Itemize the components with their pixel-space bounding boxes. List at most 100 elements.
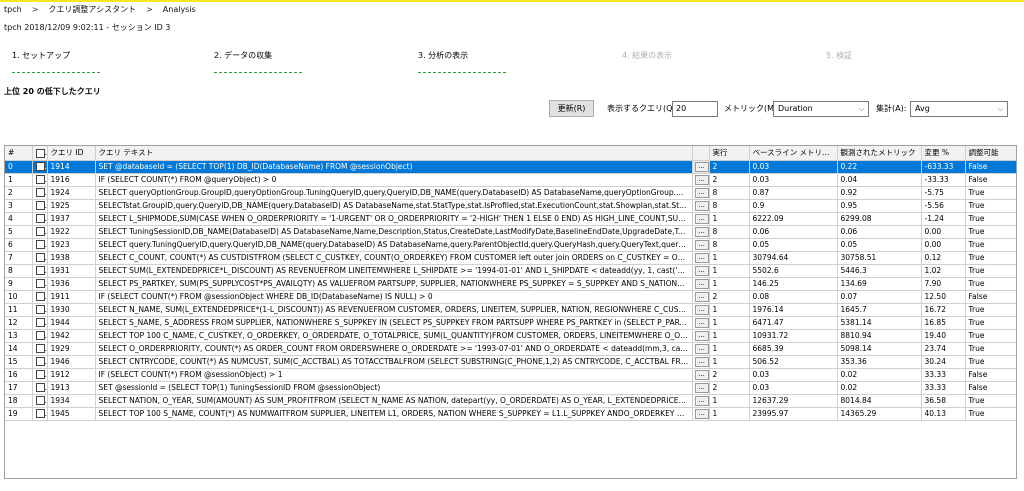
col-header-select[interactable] [32, 146, 48, 161]
ellipsis-button-icon[interactable]: ... [694, 188, 708, 198]
ellipsis-button-icon[interactable]: ... [694, 279, 708, 289]
ellipsis-button-icon[interactable]: ... [694, 175, 708, 185]
checkbox-icon[interactable] [35, 396, 45, 406]
cell-ellipsis: ... [692, 277, 710, 291]
table-row[interactable]: 4 1937 SELECT L_SHIPMODE,SUM(CASE WHEN O_O… [5, 212, 1016, 226]
metric-select[interactable]: Duration ⌵ [773, 101, 869, 117]
step-progress-line [826, 72, 914, 73]
table-row[interactable]: 10 1911 IF (SELECT COUNT(*) FROM @sessionO… [5, 290, 1016, 304]
col-header-executions[interactable]: 実行 [709, 146, 750, 161]
checkbox-icon[interactable] [35, 240, 45, 250]
cell-query-text: SELECT queryOptionGroup.GroupID,queryOpt… [95, 186, 693, 200]
table-row[interactable]: 0 1914 SET @databaseId = (SELECT TOP(1) DB… [5, 160, 1016, 174]
checkbox-icon[interactable] [35, 175, 45, 185]
checkbox-icon[interactable] [35, 331, 45, 341]
col-header-adjustable[interactable]: 調整可能 [965, 146, 1016, 161]
ellipsis-button-icon[interactable]: ... [694, 331, 708, 341]
table-row[interactable]: 14 1929 SELECT O_ORDERPRIORITY, COUNT(*) A… [5, 342, 1016, 356]
ellipsis-button-icon[interactable]: ... [694, 383, 708, 393]
table-row[interactable]: 6 1923 SELECT query.TuningQueryID,query.Qu… [5, 238, 1016, 252]
checkbox-icon[interactable] [35, 409, 45, 419]
table-row[interactable]: 18 1934 SELECT NATION, O_YEAR, SUM(AMOUNT)… [5, 394, 1016, 408]
step-data-collection[interactable]: 2. データの収集 [214, 50, 302, 73]
checkbox-icon[interactable] [35, 279, 45, 289]
col-header-change-pct[interactable]: 変更 % [921, 146, 966, 161]
ellipsis-button-icon[interactable]: ... [694, 266, 708, 276]
checkbox-icon[interactable] [35, 214, 45, 224]
cell-index: 9 [5, 277, 33, 291]
checkbox-icon[interactable] [35, 253, 45, 263]
checkbox-icon[interactable] [35, 188, 45, 198]
ellipsis-button-icon[interactable]: ... [694, 409, 708, 419]
step-view-analysis[interactable]: 3. 分析の表示 [418, 50, 506, 73]
col-header-baseline-metric[interactable]: ベースライン メトリック [749, 146, 838, 161]
cell-executions: 1 [709, 264, 750, 278]
checkbox-icon[interactable] [35, 266, 45, 276]
col-header-query-id[interactable]: クエリ ID [47, 146, 96, 161]
checkbox-icon[interactable] [35, 370, 45, 380]
col-header-index[interactable]: # [5, 146, 33, 161]
table-row[interactable]: 13 1942 SELECT TOP 100 C_NAME, C_CUSTKEY, … [5, 329, 1016, 343]
table-row[interactable]: 2 1924 SELECT queryOptionGroup.GroupID,que… [5, 186, 1016, 200]
refresh-button[interactable]: 更新(R) [549, 100, 594, 117]
breadcrumb-item-assistant[interactable]: クエリ調整アシスタント [48, 4, 136, 15]
checkbox-icon[interactable] [35, 148, 45, 158]
cell-adjustable: True [965, 394, 1016, 408]
cell-index: 1 [5, 173, 33, 187]
cell-change-pct: -5.56 [921, 199, 966, 213]
metric-label: メトリック(M): [724, 104, 780, 113]
checkbox-icon[interactable] [35, 357, 45, 367]
step-label: 1. セットアップ [12, 51, 71, 60]
regressed-queries-grid[interactable]: # クエリ ID クエリ テキスト 実行 ベースライン メトリック 観測されたメ… [4, 145, 1017, 479]
ellipsis-button-icon[interactable]: ... [694, 240, 708, 250]
cell-baseline-metric: 30794.64 [749, 251, 838, 265]
cell-select [32, 212, 48, 226]
checkbox-icon[interactable] [35, 305, 45, 315]
ellipsis-button-icon[interactable]: ... [694, 305, 708, 315]
checkbox-icon[interactable] [35, 201, 45, 211]
ellipsis-button-icon[interactable]: ... [694, 214, 708, 224]
ellipsis-button-icon[interactable]: ... [694, 370, 708, 380]
ellipsis-button-icon[interactable]: ... [694, 227, 708, 237]
cell-adjustable: True [965, 342, 1016, 356]
table-row[interactable]: 5 1922 SELECT TuningSessionID,DB_NAME(Data… [5, 225, 1016, 239]
ellipsis-button-icon[interactable]: ... [694, 357, 708, 367]
table-row[interactable]: 15 1946 SELECT CNTRYCODE, COUNT(*) AS NUMC… [5, 355, 1016, 369]
breadcrumb-item-db[interactable]: tpch [4, 5, 22, 14]
cell-query-id: 1946 [47, 355, 96, 369]
col-header-query-text[interactable]: クエリ テキスト [95, 146, 693, 161]
aggregation-select[interactable]: Avg ⌵ [910, 101, 1008, 117]
cell-query-id: 1913 [47, 381, 96, 395]
table-row[interactable]: 19 1945 SELECT TOP 100 S_NAME, COUNT(*) AS… [5, 407, 1016, 421]
cell-executions: 1 [709, 355, 750, 369]
table-row[interactable]: 16 1912 IF (SELECT COUNT(*) FROM @sessionO… [5, 368, 1016, 382]
table-row[interactable]: 17 1913 SET @sessionId = (SELECT TOP(1) Tu… [5, 381, 1016, 395]
cell-ellipsis: ... [692, 394, 710, 408]
cell-query-text: SELECTstat.GroupID,query.QueryID,DB_NAME… [95, 199, 693, 213]
table-row[interactable]: 11 1930 SELECT N_NAME, SUM(L_EXTENDEDPRICE… [5, 303, 1016, 317]
ellipsis-button-icon[interactable]: ... [694, 344, 708, 354]
checkbox-icon[interactable] [35, 344, 45, 354]
ellipsis-button-icon[interactable]: ... [694, 201, 708, 211]
table-row[interactable]: 8 1931 SELECT SUM(L_EXTENDEDPRICE*L_DISCOU… [5, 264, 1016, 278]
checkbox-icon[interactable] [35, 162, 45, 172]
ellipsis-button-icon[interactable]: ... [694, 162, 708, 172]
table-row[interactable]: 12 1944 SELECT S_NAME, S_ADDRESS FROM SUPP… [5, 316, 1016, 330]
table-row[interactable]: 7 1938 SELECT C_COUNT, COUNT(*) AS CUSTDIS… [5, 251, 1016, 265]
checkbox-icon[interactable] [35, 318, 45, 328]
table-row[interactable]: 1 1916 IF (SELECT COUNT(*) FROM @queryObje… [5, 173, 1016, 187]
step-verify: 5. 検証 [826, 50, 914, 73]
checkbox-icon[interactable] [35, 383, 45, 393]
table-row[interactable]: 3 1925 SELECTstat.GroupID,query.QueryID,DB… [5, 199, 1016, 213]
checkbox-icon[interactable] [35, 227, 45, 237]
step-setup[interactable]: 1. セットアップ [12, 50, 100, 73]
checkbox-icon[interactable] [35, 292, 45, 302]
ellipsis-button-icon[interactable]: ... [694, 292, 708, 302]
cell-baseline-metric: 5502.6 [749, 264, 838, 278]
ellipsis-button-icon[interactable]: ... [694, 253, 708, 263]
ellipsis-button-icon[interactable]: ... [694, 318, 708, 328]
query-count-input[interactable]: 20 [672, 101, 718, 117]
table-row[interactable]: 9 1936 SELECT PS_PARTKEY, SUM(PS_SUPPLYCOS… [5, 277, 1016, 291]
ellipsis-button-icon[interactable]: ... [694, 396, 708, 406]
col-header-observed-metric[interactable]: 観測されたメトリック [837, 146, 922, 161]
